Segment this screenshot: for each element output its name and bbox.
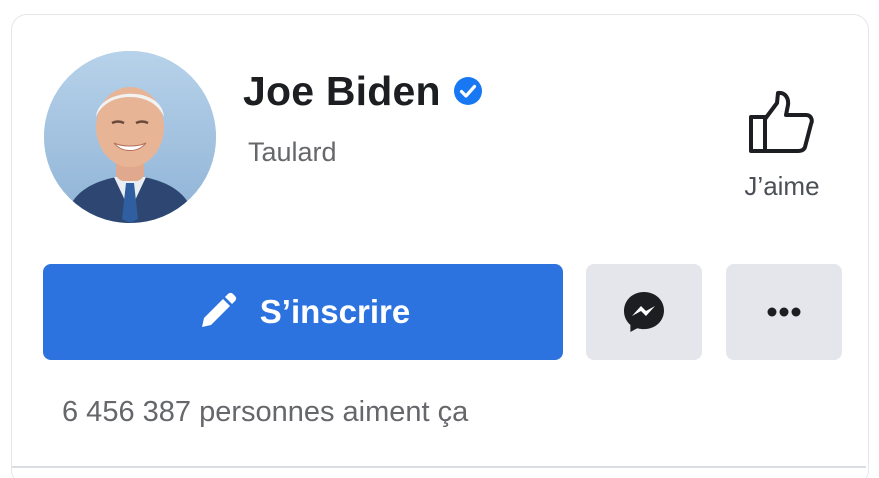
avatar[interactable] [44, 51, 216, 223]
more-button[interactable] [726, 264, 842, 360]
like-label: J’aime [744, 171, 820, 201]
like-button[interactable]: J’aime [727, 85, 837, 215]
messenger-icon [624, 292, 664, 332]
subscribe-label: S’inscrire [259, 293, 411, 330]
thumbs-up-icon [749, 90, 814, 153]
page-root: Joe Biden Taulard J’aime S’inscrire 6 45… [0, 0, 879, 478]
profile-subtitle: Taulard [248, 137, 337, 167]
profile-name[interactable]: Joe Biden [243, 68, 441, 115]
divider [12, 466, 866, 468]
messenger-button[interactable] [586, 264, 702, 360]
profile-photo [44, 51, 216, 223]
verified-badge-icon [453, 77, 482, 105]
profile-name-row: Joe Biden [243, 66, 483, 116]
more-icon [767, 307, 801, 317]
subscribe-button[interactable]: S’inscrire [43, 264, 563, 360]
likes-count: 6 456 387 personnes aiment ça [62, 396, 469, 428]
pencil-icon [201, 292, 236, 327]
